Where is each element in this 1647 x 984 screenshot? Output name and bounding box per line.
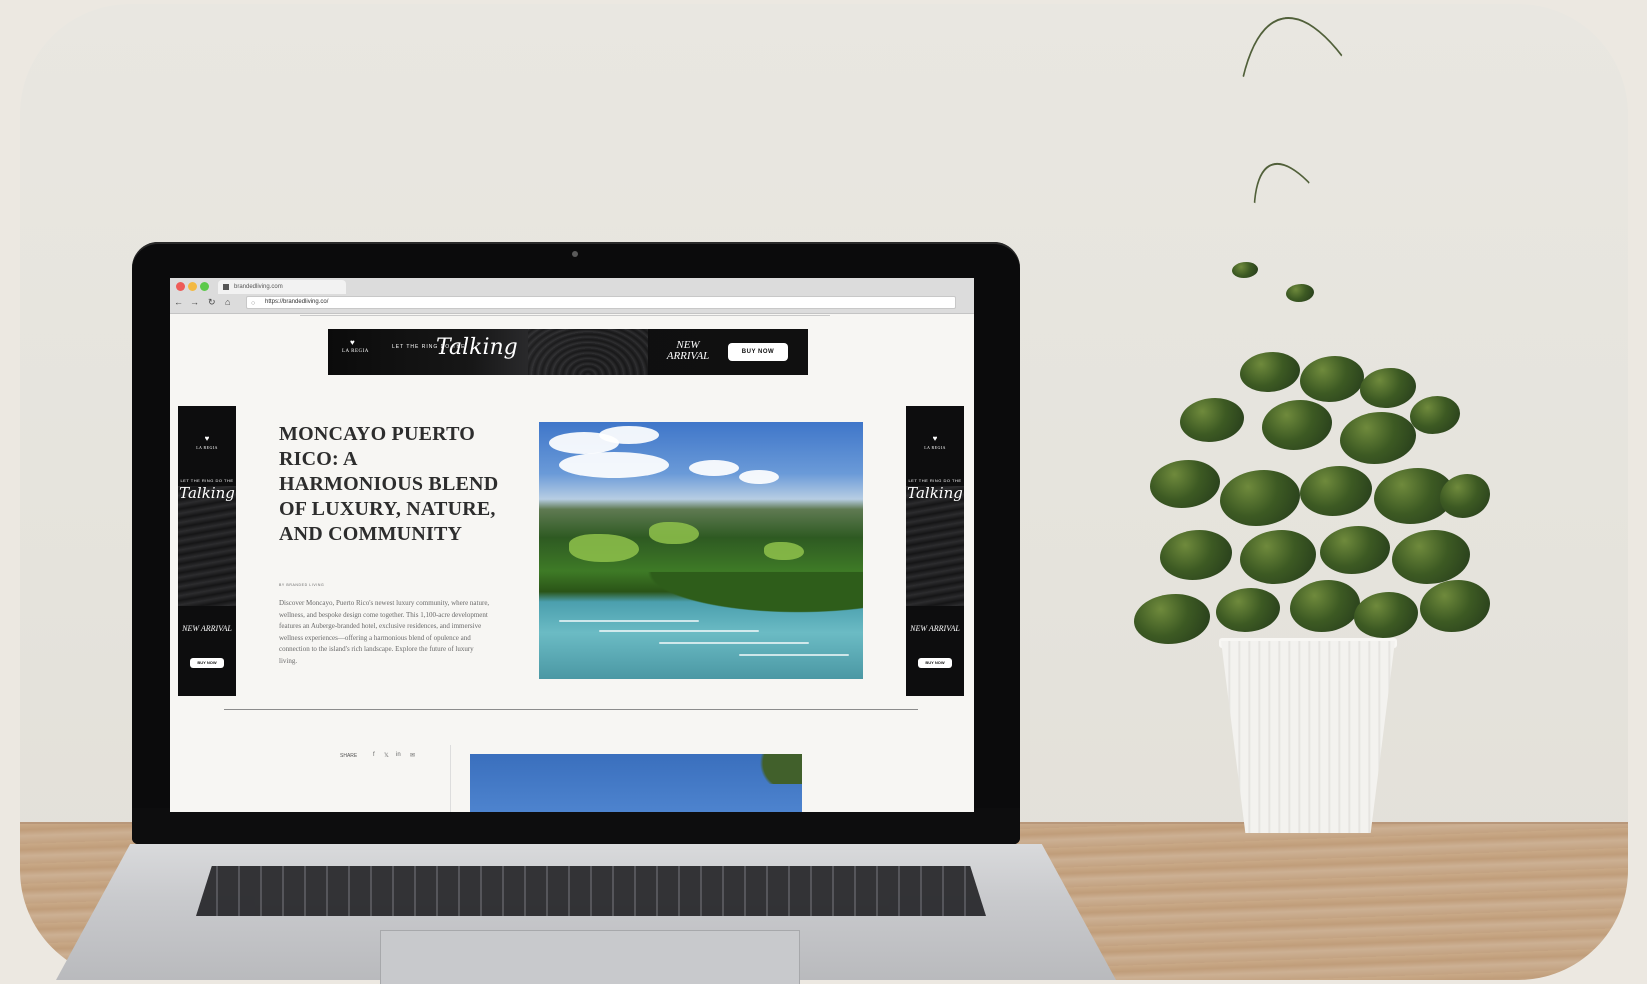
maximize-window-icon[interactable]: [200, 282, 209, 291]
tab-title: brandedliving.com: [234, 284, 283, 290]
ad-script-text: Talking: [907, 484, 963, 502]
x-twitter-icon[interactable]: 𝕏: [384, 752, 389, 759]
article-headline[interactable]: MONCAYO PUERTO RICO: A HARMONIOUS BLEND …: [279, 422, 499, 547]
address-bar[interactable]: ○ https://brandedliving.co/: [246, 296, 956, 309]
email-icon[interactable]: ✉: [410, 752, 415, 759]
browser-tab[interactable]: brandedliving.com: [218, 280, 346, 294]
browser-chrome: brandedliving.com ← → ↻ ⌂ ○ https://bran…: [170, 278, 974, 314]
skyscraper-ad-right[interactable]: ♥ LA REGIA LET THE RING DO THE Talking N…: [906, 406, 964, 696]
laptop-screen: brandedliving.com ← → ↻ ⌂ ○ https://bran…: [170, 278, 974, 812]
ad-logo-text: LA REGIA: [196, 445, 218, 450]
ad-script-text: Talking: [436, 335, 518, 360]
article-hero-image[interactable]: [539, 422, 863, 679]
article-byline: BY BRANDED LIVING: [279, 583, 325, 587]
leaderboard-ad[interactable]: ♥ LA REGIA LET THE RING DO THE Talking N…: [328, 329, 808, 375]
minimize-window-icon[interactable]: [188, 282, 197, 291]
webcam: [572, 251, 578, 257]
heart-logo-icon: ♥: [350, 338, 355, 347]
article-excerpt: Discover Moncayo, Puerto Rico's newest l…: [279, 599, 490, 665]
reload-icon[interactable]: ↻: [208, 297, 216, 307]
ad-logo-text: LA REGIA: [924, 445, 946, 450]
web-page: ♥ LA REGIA LET THE RING DO THE Talking N…: [170, 315, 974, 812]
ad-new-arrival: NEW ARRIVAL: [182, 624, 232, 633]
home-icon[interactable]: ⌂: [225, 297, 230, 307]
ad-new-arrival: NEW ARRIVAL: [910, 624, 960, 633]
ad-buy-now-button[interactable]: BUY NOW: [728, 343, 788, 361]
share-label: SHARE: [340, 753, 358, 759]
ad-logo-text: LA REGIA: [342, 349, 369, 354]
ad-swirl-graphic: [906, 486, 964, 606]
ad-buy-now-button[interactable]: BUY NOW: [918, 658, 952, 668]
ad-new-arrival: NEW ARRIVAL: [666, 339, 710, 362]
close-window-icon[interactable]: [176, 282, 185, 291]
ad-swirl-graphic: [528, 329, 648, 375]
section-divider: [224, 709, 918, 710]
back-icon[interactable]: ←: [174, 297, 183, 307]
ad-swirl-graphic: [178, 486, 236, 606]
heart-logo-icon: ♥: [204, 434, 210, 443]
url-text: https://brandedliving.co/: [265, 299, 329, 305]
laptop-trackpad: [380, 930, 800, 984]
share-separator: [450, 745, 451, 812]
laptop-bezel-chin: [132, 808, 1020, 844]
laptop-keyboard: [196, 866, 986, 916]
plant-pot: [1221, 641, 1395, 833]
ad-tagline: LET THE RING DO THE: [180, 478, 234, 483]
lock-icon: ○: [251, 300, 256, 307]
ad-buy-now-button[interactable]: BUY NOW: [190, 658, 224, 668]
forward-icon[interactable]: →: [190, 297, 199, 307]
ad-tagline: LET THE RING DO THE: [908, 478, 962, 483]
top-divider: [300, 315, 830, 316]
skyscraper-ad-left[interactable]: ♥ LA REGIA LET THE RING DO THE Talking N…: [178, 406, 236, 696]
facebook-icon[interactable]: f: [373, 752, 375, 758]
heart-logo-icon: ♥: [932, 434, 938, 443]
favicon-icon: [223, 284, 229, 290]
ad-script-text: Talking: [179, 484, 235, 502]
linkedin-icon[interactable]: in: [396, 752, 401, 758]
